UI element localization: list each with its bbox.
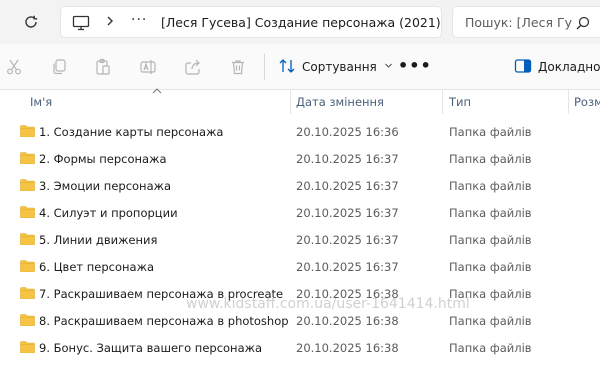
table-row[interactable]: 5. Линии движения 20.10.2025 16:37 Папка…	[0, 226, 600, 253]
file-name: 9. Бонус. Защита вашего персонажа	[39, 341, 263, 355]
file-name: 4. Силуэт и пропорции	[39, 206, 178, 220]
file-name: 8. Раскрашиваем персонажа в photoshop	[39, 314, 289, 328]
sort-ascending-icon	[152, 87, 162, 97]
table-row[interactable]: 9. Бонус. Защита вашего персонажа 20.10.…	[0, 334, 600, 361]
folder-icon	[20, 314, 35, 327]
folder-icon	[20, 341, 35, 354]
sort-button[interactable]: Сортування	[278, 57, 393, 77]
toolbar-divider	[264, 54, 265, 80]
table-row[interactable]: 1. Создание карты персонажа 20.10.2025 1…	[0, 118, 600, 145]
table-row[interactable]: 6. Цвет персонажа 20.10.2025 16:37 Папка…	[0, 253, 600, 280]
folder-icon	[20, 260, 35, 273]
file-type: Папка файлів	[449, 260, 532, 274]
rename-icon[interactable]	[138, 57, 158, 77]
search-input[interactable]: Пошук: [Леся Гу	[452, 6, 600, 38]
paste-icon[interactable]	[93, 57, 113, 77]
search-placeholder: Пошук: [Леся Гу	[465, 15, 572, 30]
breadcrumb-chevron-icon[interactable]	[105, 14, 119, 30]
folder-icon	[20, 179, 35, 192]
file-date: 20.10.2025 16:37	[296, 152, 399, 166]
more-options-button[interactable]: •••	[398, 56, 432, 75]
sort-icon	[278, 57, 296, 78]
file-type: Папка файлів	[449, 125, 532, 139]
file-name: 3. Эмоции персонажа	[39, 179, 172, 193]
folder-icon	[20, 152, 35, 165]
details-pane-icon	[514, 58, 532, 77]
file-type: Папка файлів	[449, 206, 532, 220]
table-row[interactable]: 4. Силуэт и пропорции 20.10.2025 16:37 П…	[0, 199, 600, 226]
column-header-type[interactable]: Тип	[449, 95, 471, 109]
address-box[interactable]: ··· [Леся Гусева] Создание персонажа (20…	[60, 6, 442, 38]
breadcrumb-overflow-button[interactable]: ···	[131, 12, 147, 28]
column-header-row: Ім'я Дата змінення Тип Розм	[0, 87, 600, 114]
file-date: 20.10.2025 16:38	[296, 314, 399, 328]
file-date: 20.10.2025 16:37	[296, 179, 399, 193]
column-header-date[interactable]: Дата змінення	[296, 95, 384, 109]
details-pane-button[interactable]: Докладно	[514, 57, 600, 77]
cut-icon[interactable]	[4, 57, 24, 77]
details-label: Докладно	[538, 60, 600, 74]
breadcrumb-current-folder[interactable]: [Леся Гусева] Создание персонажа (2021)	[161, 15, 441, 30]
column-divider[interactable]	[442, 90, 443, 114]
file-date: 20.10.2025 16:37	[296, 233, 399, 247]
watermark-text: www.kidstaff.com.ua/user-1641414.html	[186, 296, 470, 312]
file-name: 6. Цвет персонажа	[39, 260, 154, 274]
file-name: 2. Формы персонажа	[39, 152, 167, 166]
file-date: 20.10.2025 16:38	[296, 341, 399, 355]
command-bar: Сортування ••• Докладно	[0, 44, 600, 90]
column-divider[interactable]	[290, 90, 291, 114]
folder-icon	[20, 125, 35, 138]
folder-icon	[20, 287, 35, 300]
folder-icon	[20, 206, 35, 219]
chevron-down-icon	[384, 61, 393, 73]
table-row[interactable]: 2. Формы персонажа 20.10.2025 16:37 Папк…	[0, 145, 600, 172]
share-icon[interactable]	[183, 57, 203, 77]
file-date: 20.10.2025 16:37	[296, 260, 399, 274]
file-date: 20.10.2025 16:36	[296, 125, 399, 139]
copy-icon[interactable]	[49, 57, 69, 77]
delete-icon[interactable]	[228, 57, 248, 77]
sort-label: Сортування	[302, 60, 377, 74]
file-type: Папка файлів	[449, 152, 532, 166]
file-type: Папка файлів	[449, 341, 532, 355]
file-type: Папка файлів	[449, 233, 532, 247]
file-date: 20.10.2025 16:37	[296, 206, 399, 220]
column-header-size[interactable]: Розм	[574, 95, 600, 109]
file-name: 1. Создание карты персонажа	[39, 125, 224, 139]
file-name: 5. Линии движения	[39, 233, 158, 247]
address-bar-row: ··· [Леся Гусева] Создание персонажа (20…	[0, 0, 600, 44]
refresh-icon[interactable]	[20, 11, 42, 33]
column-divider[interactable]	[568, 90, 569, 114]
table-row[interactable]: 3. Эмоции персонажа 20.10.2025 16:37 Пап…	[0, 172, 600, 199]
search-icon[interactable]	[575, 15, 591, 31]
file-type: Папка файлів	[449, 179, 532, 193]
column-header-name[interactable]: Ім'я	[30, 95, 52, 109]
computer-icon[interactable]	[72, 15, 90, 31]
folder-icon	[20, 233, 35, 246]
file-type: Папка файлів	[449, 314, 532, 328]
